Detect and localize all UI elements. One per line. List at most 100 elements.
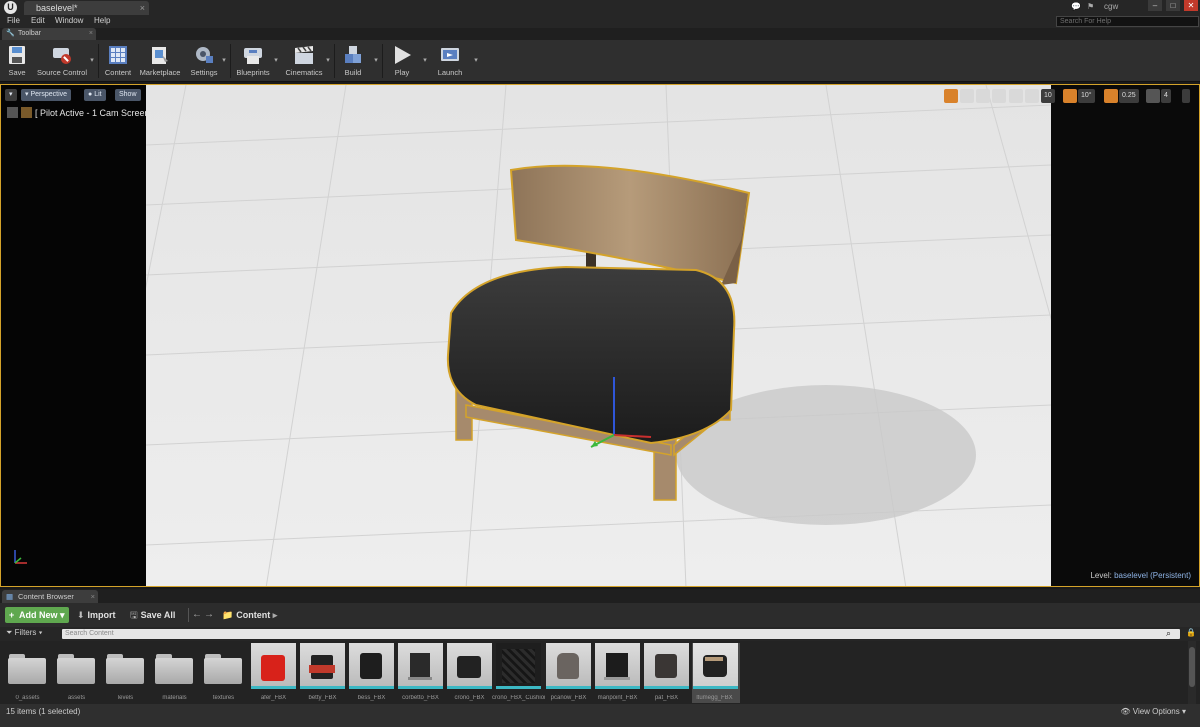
save-button[interactable]: Save <box>2 42 32 80</box>
cinematics-dropdown[interactable]: ▾ <box>324 42 332 80</box>
surface-snap-icon[interactable] <box>1009 89 1023 103</box>
rotation-snap-value[interactable]: 10° <box>1078 89 1095 103</box>
camera-icon[interactable] <box>7 107 18 118</box>
build-dropdown[interactable]: ▾ <box>372 42 380 80</box>
minimize-icon[interactable]: – <box>1148 0 1162 11</box>
add-new-button[interactable]: + Add New ▾ <box>5 607 69 623</box>
title-bar: U baselevel* × – □ ✕ <box>0 0 1200 15</box>
settings-label: Settings <box>190 68 218 77</box>
blueprints-button[interactable]: Blueprints <box>233 42 273 80</box>
scale-snap-icon[interactable] <box>1104 89 1118 103</box>
build-blocks-icon <box>345 46 361 63</box>
scene-render[interactable] <box>146 85 1051 587</box>
view-options-button[interactable]: 👁 View Options ▾ <box>1120 707 1186 716</box>
chat-icon[interactable]: 💬 <box>1071 2 1081 11</box>
build-button[interactable]: Build <box>337 42 369 80</box>
rotate-tool-icon[interactable] <box>960 89 974 103</box>
asset-grid-scrollbar[interactable] <box>1188 641 1196 704</box>
asset-tile[interactable]: materials <box>152 643 197 703</box>
asset-tile[interactable]: textures <box>201 643 246 703</box>
scale-tool-icon[interactable] <box>976 89 990 103</box>
camera-speed-value[interactable]: 4 <box>1161 89 1171 103</box>
asset-tile[interactable]: crono_FBX <box>447 643 492 703</box>
asset-name: pcanow_FBX <box>550 695 587 701</box>
grid-snap-icon[interactable] <box>1025 89 1039 103</box>
settings-button[interactable]: Settings <box>186 42 222 80</box>
asset-tile[interactable]: levels <box>103 643 148 703</box>
asset-tile[interactable]: assets <box>54 643 99 703</box>
static-mesh-thumbnail <box>546 643 591 689</box>
view-options-label: View Options <box>1132 707 1180 716</box>
source-control-dropdown[interactable]: ▾ <box>88 42 96 80</box>
asset-tile-selected[interactable]: ltumegg_FBX <box>692 643 740 703</box>
asset-tile[interactable]: bess_FBX <box>349 643 394 703</box>
breadcrumb[interactable]: 📁 Content ▸ <box>222 607 277 623</box>
scrollbar-thumb[interactable] <box>1189 647 1195 687</box>
menu-window[interactable]: Window <box>55 16 83 25</box>
asset-tile[interactable]: 0_assets <box>5 643 50 703</box>
content-button[interactable]: Content <box>101 42 135 80</box>
asset-name: corbetto_FBX <box>402 695 439 701</box>
grid-snap-value[interactable]: 10 <box>1041 89 1055 103</box>
launch-icon <box>441 48 459 61</box>
toolbar-tab-row: 🔧 Toolbar × <box>0 28 1200 40</box>
maximize-viewport-icon[interactable] <box>1182 89 1190 103</box>
content-search-input[interactable]: Search Content <box>62 629 1180 639</box>
source-control-button[interactable]: Source Control <box>34 42 90 80</box>
asset-tile[interactable]: pat_FBX <box>644 643 689 703</box>
lit-button[interactable]: ● Lit <box>84 89 106 101</box>
filters-button[interactable]: ⏷ Filters ▾ <box>6 628 43 638</box>
marketplace-icon <box>152 47 168 64</box>
folder-icon <box>152 643 197 689</box>
show-button[interactable]: Show <box>115 89 141 101</box>
translate-tool-icon[interactable] <box>944 89 958 103</box>
launch-dropdown[interactable]: ▾ <box>472 42 480 80</box>
menu-file[interactable]: File <box>7 16 20 25</box>
marketplace-button[interactable]: Marketplace <box>137 42 183 80</box>
level-viewport[interactable]: ▾ ▾ Perspective ● Lit Show [ Pilot Activ… <box>0 84 1200 587</box>
world-local-icon[interactable] <box>992 89 1006 103</box>
maximize-icon[interactable]: □ <box>1166 0 1180 11</box>
toolbar-separator <box>382 44 383 78</box>
settings-dropdown[interactable]: ▾ <box>220 42 228 80</box>
asset-tile[interactable]: afer_FBX <box>251 643 296 703</box>
search-icon[interactable]: ⌕ <box>1166 628 1171 639</box>
window-controls: – □ ✕ <box>1144 0 1198 11</box>
toolbar-tab[interactable]: 🔧 Toolbar × <box>2 28 96 40</box>
static-mesh-thumbnail <box>693 643 738 689</box>
camera-speed-icon[interactable] <box>1146 89 1160 103</box>
play-button[interactable]: Play <box>385 42 419 80</box>
folder-icon <box>54 643 99 689</box>
scale-snap-value[interactable]: 0.25 <box>1119 89 1139 103</box>
close-window-icon[interactable]: ✕ <box>1184 0 1198 11</box>
close-tab-icon[interactable]: × <box>91 590 95 603</box>
menu-help[interactable]: Help <box>94 16 110 25</box>
launch-button[interactable]: Launch <box>431 42 469 80</box>
asset-tile[interactable]: corbetto_FBX <box>398 643 443 703</box>
asset-tile[interactable]: betty_FBX <box>300 643 345 703</box>
forward-arrow-icon[interactable]: → <box>204 607 214 623</box>
viewport-options-button[interactable]: ▾ <box>5 89 17 101</box>
feedback-icon[interactable]: ⚑ <box>1087 2 1097 11</box>
rotation-snap-icon[interactable] <box>1063 89 1077 103</box>
back-arrow-icon[interactable]: ← <box>192 607 202 623</box>
settings-gear-icon <box>196 47 213 63</box>
import-button[interactable]: ⬇ Import <box>77 607 116 623</box>
asset-tile[interactable]: manpoint_FBX <box>595 643 640 703</box>
eject-pilot-icon[interactable] <box>21 107 32 118</box>
perspective-button[interactable]: ▾ Perspective <box>21 89 72 101</box>
close-tab-icon[interactable]: × <box>89 28 93 40</box>
help-search-input[interactable]: Search For Help <box>1056 16 1199 27</box>
level-document-tab[interactable]: baselevel* × <box>24 1 149 15</box>
content-browser-tab[interactable]: ▦ Content Browser × <box>2 590 98 603</box>
blueprints-dropdown[interactable]: ▾ <box>272 42 280 80</box>
close-tab-icon[interactable]: × <box>140 1 145 15</box>
play-dropdown[interactable]: ▾ <box>421 42 429 80</box>
asset-tile[interactable]: pcanow_FBX <box>546 643 591 703</box>
save-all-button[interactable]: 🖫 Save All <box>130 607 175 623</box>
menu-edit[interactable]: Edit <box>31 16 45 25</box>
cinematics-button[interactable]: Cinematics <box>282 42 326 80</box>
lock-icon[interactable]: 🔒 <box>1186 628 1196 637</box>
asset-name: betty_FBX <box>308 695 337 701</box>
asset-tile[interactable]: crono_FBX_Cushion_Cove <box>492 643 545 703</box>
